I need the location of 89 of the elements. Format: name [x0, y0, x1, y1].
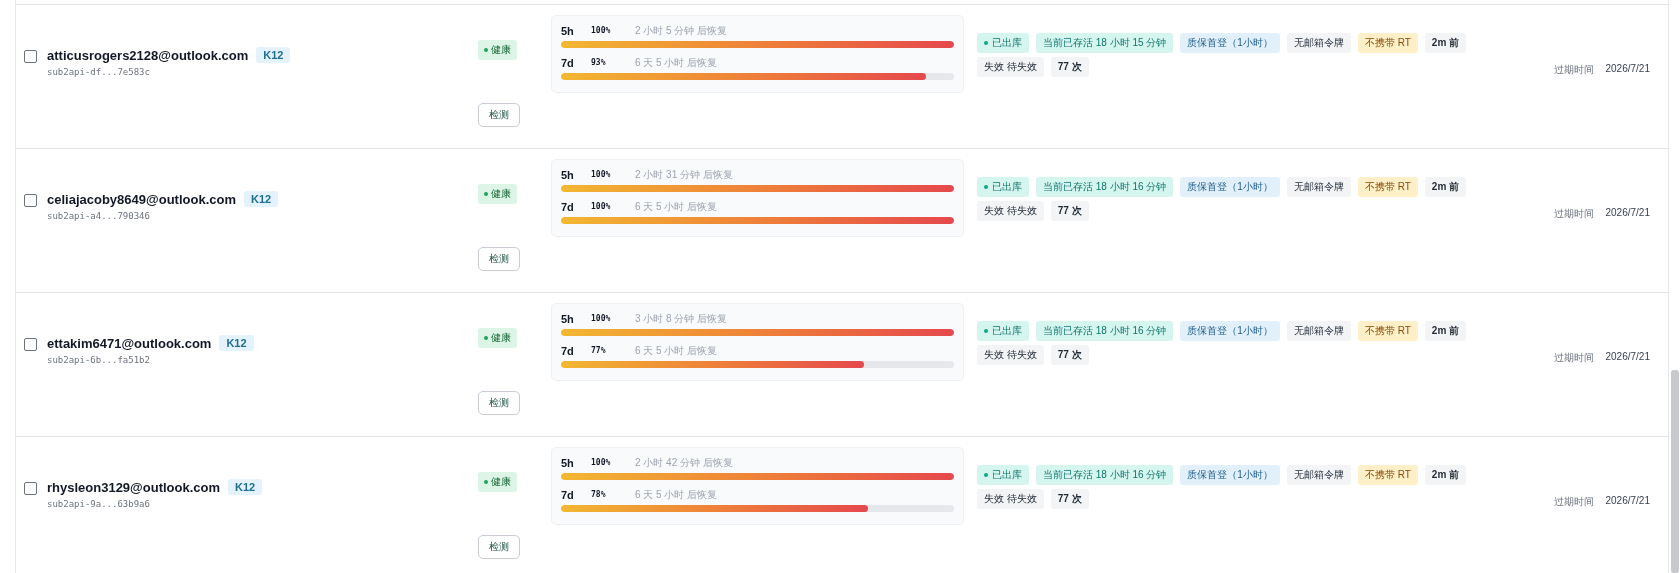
usage-percent: 93%	[591, 58, 607, 67]
usage-percent: 100%	[591, 26, 612, 35]
info-tag: 77 次	[1050, 489, 1089, 509]
checkbox[interactable]	[24, 482, 37, 495]
info-tag: 77 次	[1050, 201, 1089, 221]
info-tag: 失效 待失效	[977, 57, 1044, 77]
info-tag: 失效 待失效	[977, 345, 1044, 365]
checkbox[interactable]	[24, 338, 37, 351]
expiry-date: 2026/7/21	[1605, 351, 1650, 364]
plan-tag: K12	[219, 335, 254, 351]
plan-tag: K12	[228, 479, 263, 495]
api-key: sub2api-9a...63b9a6	[47, 499, 263, 509]
info-tag: 2m 前	[1424, 33, 1467, 53]
info-tag: 质保首登（1小时）	[1180, 465, 1280, 485]
info-tag: 质保首登（1小时）	[1180, 321, 1280, 341]
expiry-label: 过期时间	[1553, 351, 1594, 365]
info-tag: 77 次	[1050, 57, 1089, 77]
check-button[interactable]: 检测	[478, 535, 520, 559]
plan-tag: K12	[244, 191, 279, 207]
check-button[interactable]: 检测	[478, 247, 520, 271]
window-label: 5h	[561, 24, 575, 37]
usage-percent: 100%	[591, 202, 612, 211]
expiry-date: 2026/7/21	[1605, 495, 1650, 508]
reset-time: 6 天 5 小时 后恢复	[635, 199, 718, 214]
usage-percent: 100%	[591, 314, 612, 323]
usage-percent: 77%	[591, 346, 607, 355]
api-key: sub2api-a4...790346	[47, 211, 279, 221]
info-tag: 无邮箱令牌	[1286, 33, 1351, 53]
info-tag: 当前已存活 18 小时 16 分钟	[1036, 177, 1174, 197]
account-email: atticusrogers2128@outlook.com	[47, 47, 249, 63]
info-tag: 当前已存活 18 小时 16 分钟	[1036, 465, 1174, 485]
scrollbar-thumb[interactable]	[1671, 370, 1679, 573]
window-label: 5h	[561, 168, 575, 181]
window-label: 5h	[561, 456, 575, 469]
info-tag: 不携带 RT	[1357, 465, 1418, 485]
status-tag: 健康	[478, 328, 517, 348]
info-tag: 不携带 RT	[1357, 321, 1418, 341]
info-tag: 质保首登（1小时）	[1180, 177, 1280, 197]
window-label: 7d	[561, 488, 575, 501]
info-tag: 2m 前	[1424, 177, 1467, 197]
reset-time: 2 小时 42 分钟 后恢复	[635, 455, 733, 470]
status-tag: 健康	[478, 472, 517, 492]
info-tag: 无邮箱令牌	[1286, 321, 1351, 341]
status-tag: 健康	[478, 184, 517, 204]
reset-time: 6 天 5 小时 后恢复	[635, 487, 718, 502]
usage-percent: 100%	[591, 170, 612, 179]
info-tag: 当前已存活 18 小时 15 分钟	[1036, 33, 1174, 53]
checkbox[interactable]	[24, 194, 37, 207]
expiry-label: 过期时间	[1553, 495, 1594, 509]
api-key: sub2api-df...7e583c	[47, 67, 291, 77]
info-tag: 2m 前	[1424, 321, 1467, 341]
account-email: ettakim6471@outlook.com	[47, 335, 212, 351]
info-tag: 质保首登（1小时）	[1180, 33, 1280, 53]
info-tag: 77 次	[1050, 345, 1089, 365]
check-button[interactable]: 检测	[478, 103, 520, 127]
window-label: 7d	[561, 344, 575, 357]
reset-time: 2 小时 31 分钟 后恢复	[635, 167, 733, 182]
usage-percent: 78%	[591, 490, 607, 499]
account-email: rhysleon3129@outlook.com	[47, 479, 221, 495]
info-tag: 已出库	[977, 321, 1029, 341]
info-tag: 已出库	[977, 465, 1029, 485]
window-label: 7d	[561, 56, 575, 69]
reset-time: 6 天 5 小时 后恢复	[635, 55, 718, 70]
expiry-date: 2026/7/21	[1605, 63, 1650, 76]
reset-time: 3 小时 8 分钟 后恢复	[635, 311, 728, 326]
status-tag: 健康	[478, 40, 517, 60]
info-tag: 无邮箱令牌	[1286, 177, 1351, 197]
usage-percent: 100%	[591, 458, 612, 467]
checkbox[interactable]	[24, 50, 37, 63]
expiry-label: 过期时间	[1553, 207, 1594, 221]
plan-tag: K12	[256, 47, 291, 63]
account-email: celiajacoby8649@outlook.com	[47, 191, 236, 207]
info-tag: 无邮箱令牌	[1286, 465, 1351, 485]
info-tag: 已出库	[977, 33, 1029, 53]
info-tag: 失效 待失效	[977, 489, 1044, 509]
info-tag: 不携带 RT	[1357, 177, 1418, 197]
reset-time: 6 天 5 小时 后恢复	[635, 343, 718, 358]
info-tag: 当前已存活 18 小时 16 分钟	[1036, 321, 1174, 341]
expiry-label: 过期时间	[1553, 63, 1594, 77]
expiry-date: 2026/7/21	[1605, 207, 1650, 220]
info-tag: 失效 待失效	[977, 201, 1044, 221]
info-tag: 不携带 RT	[1357, 33, 1418, 53]
info-tag: 2m 前	[1424, 465, 1467, 485]
info-tag: 已出库	[977, 177, 1029, 197]
check-button[interactable]: 检测	[478, 391, 520, 415]
reset-time: 2 小时 5 分钟 后恢复	[635, 23, 728, 38]
window-label: 5h	[561, 312, 575, 325]
window-label: 7d	[561, 200, 575, 213]
api-key: sub2api-6b...fa51b2	[47, 355, 254, 365]
